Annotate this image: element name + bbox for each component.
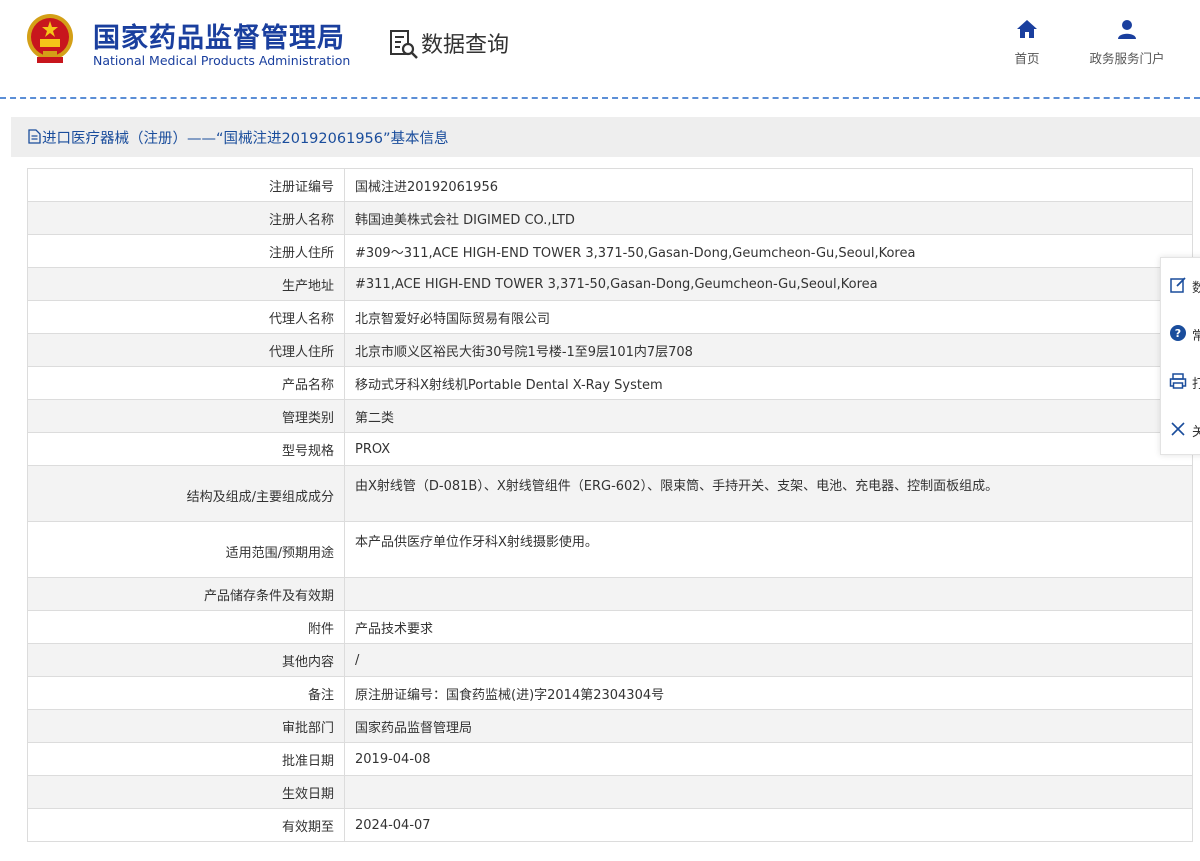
- svg-text:?: ?: [1175, 327, 1181, 340]
- field-label: 代理人住所: [27, 333, 345, 367]
- field-value: 韩国迪美株式会社 DIGIMED CO.,LTD: [344, 201, 1193, 235]
- side-print-button[interactable]: 打: [1169, 366, 1200, 396]
- user-icon: [1118, 20, 1136, 39]
- print-icon: [1169, 373, 1187, 389]
- field-label: 生效日期: [27, 775, 345, 809]
- table-row: 型号规格 PROX: [27, 432, 1193, 466]
- table-row: 产品储存条件及有效期: [27, 577, 1193, 611]
- side-close-label: 关: [1192, 425, 1200, 440]
- field-value: 产品技术要求: [344, 610, 1193, 644]
- table-row: 结构及组成/主要组成成分 由X射线管（D-081B）、X射线管组件（ERG-602…: [27, 465, 1193, 522]
- field-label: 注册证编号: [27, 168, 345, 202]
- field-value: 原注册证编号：国食药监械(进)字2014第2304304号: [344, 676, 1193, 710]
- field-value: 第二类: [344, 399, 1193, 433]
- table-row: 代理人名称 北京智爱好必特国际贸易有限公司: [27, 300, 1193, 334]
- brand-title-cn: 国家药品监督管理局: [93, 23, 345, 54]
- table-row: 注册人住所 #309～311,ACE HIGH-END TOWER 3,371-5…: [27, 234, 1193, 268]
- side-close-button[interactable]: 关: [1169, 414, 1200, 444]
- field-label: 结构及组成/主要组成成分: [27, 465, 345, 522]
- field-label: 代理人名称: [27, 300, 345, 334]
- field-value: 2024-04-07: [344, 808, 1193, 842]
- field-value: 北京智爱好必特国际贸易有限公司: [344, 300, 1193, 334]
- side-help-button[interactable]: ? 常: [1169, 318, 1200, 348]
- table-row: 有效期至 2024-04-07: [27, 808, 1193, 842]
- field-value: #309～311,ACE HIGH-END TOWER 3,371-50,Gas…: [344, 234, 1193, 268]
- field-label: 产品储存条件及有效期: [27, 577, 345, 611]
- field-label: 其他内容: [27, 643, 345, 677]
- field-value: 北京市顺义区裕民大街30号院1号楼-1至9层101内7层708: [344, 333, 1193, 367]
- field-value: 国械注进20192061956: [344, 168, 1193, 202]
- table-row: 管理类别 第二类: [27, 399, 1193, 433]
- nav-home-link[interactable]: 首页: [1003, 18, 1051, 67]
- section-title: 数据查询: [421, 33, 510, 58]
- field-label: 批准日期: [27, 742, 345, 776]
- table-row: 注册证编号 国械注进20192061956: [27, 168, 1193, 202]
- field-value: 2019-04-08: [344, 742, 1193, 776]
- data-query-icon: [390, 30, 418, 59]
- home-icon: [1017, 20, 1037, 38]
- detail-table: 注册证编号 国械注进20192061956 注册人名称 韩国迪美株式会社 DIGIME…: [27, 168, 1193, 842]
- brand-title-en: National Medical Products Administration: [93, 53, 351, 68]
- close-icon: [1171, 422, 1185, 436]
- document-icon: [28, 129, 41, 144]
- table-row: 附件 产品技术要求: [27, 610, 1193, 644]
- national-emblem-icon: [27, 14, 73, 63]
- help-icon: ?: [1170, 325, 1186, 341]
- field-value: /: [344, 643, 1193, 677]
- table-row: 备注 原注册证编号：国食药监械(进)字2014第2304304号: [27, 676, 1193, 710]
- table-row: 代理人住所 北京市顺义区裕民大街30号院1号楼-1至9层101内7层708: [27, 333, 1193, 367]
- side-data-button[interactable]: 数: [1169, 270, 1200, 300]
- side-print-label: 打: [1192, 377, 1200, 392]
- edit-icon: [1170, 277, 1186, 293]
- field-label: 备注: [27, 676, 345, 710]
- field-value: #311,ACE HIGH-END TOWER 3,371-50,Gasan-D…: [344, 267, 1193, 301]
- field-value: [344, 577, 1193, 611]
- side-data-label: 数: [1192, 281, 1200, 296]
- nav-portal-label: 政务服务门户: [1089, 51, 1165, 66]
- table-row: 其他内容 /: [27, 643, 1193, 677]
- table-row: 产品名称 移动式牙科X射线机Portable Dental X-Ray Syste…: [27, 366, 1193, 400]
- field-value: 移动式牙科X射线机Portable Dental X-Ray System: [344, 366, 1193, 400]
- header-divider: [0, 97, 1200, 99]
- page-title: 进口医疗器械（注册）——“国械注进20192061956”基本信息: [42, 131, 449, 147]
- field-label: 注册人名称: [27, 201, 345, 235]
- field-label: 适用范围/预期用途: [27, 521, 345, 578]
- field-value: [344, 775, 1193, 809]
- field-label: 有效期至: [27, 808, 345, 842]
- field-label: 管理类别: [27, 399, 345, 433]
- site-header: 国家药品监督管理局 National Medical Products Admi…: [0, 0, 1200, 99]
- nav-home-label: 首页: [1014, 51, 1040, 66]
- field-value: 本产品供医疗单位作牙科X射线摄影使用。: [344, 521, 1193, 578]
- table-row: 注册人名称 韩国迪美株式会社 DIGIMED CO.,LTD: [27, 201, 1193, 235]
- field-label: 审批部门: [27, 709, 345, 743]
- table-row: 批准日期 2019-04-08: [27, 742, 1193, 776]
- nav-portal-link[interactable]: 政务服务门户: [1078, 18, 1176, 67]
- field-label: 注册人住所: [27, 234, 345, 268]
- table-row: 适用范围/预期用途 本产品供医疗单位作牙科X射线摄影使用。: [27, 521, 1193, 578]
- field-label: 型号规格: [27, 432, 345, 466]
- field-value: 由X射线管（D-081B）、X射线管组件（ERG-602）、限束筒、手持开关、支…: [344, 465, 1193, 522]
- page-title-bar: 进口医疗器械（注册）——“国械注进20192061956”基本信息: [11, 117, 1200, 157]
- table-row: 生产地址 #311,ACE HIGH-END TOWER 3,371-50,Gas…: [27, 267, 1193, 301]
- table-row: 审批部门 国家药品监督管理局: [27, 709, 1193, 743]
- side-help-label: 常: [1192, 329, 1200, 344]
- side-toolbar: 数 ? 常 打 关: [1160, 257, 1200, 455]
- field-label: 生产地址: [27, 267, 345, 301]
- table-row: 生效日期: [27, 775, 1193, 809]
- field-label: 附件: [27, 610, 345, 644]
- field-label: 产品名称: [27, 366, 345, 400]
- field-value: 国家药品监督管理局: [344, 709, 1193, 743]
- field-value: PROX: [344, 432, 1193, 466]
